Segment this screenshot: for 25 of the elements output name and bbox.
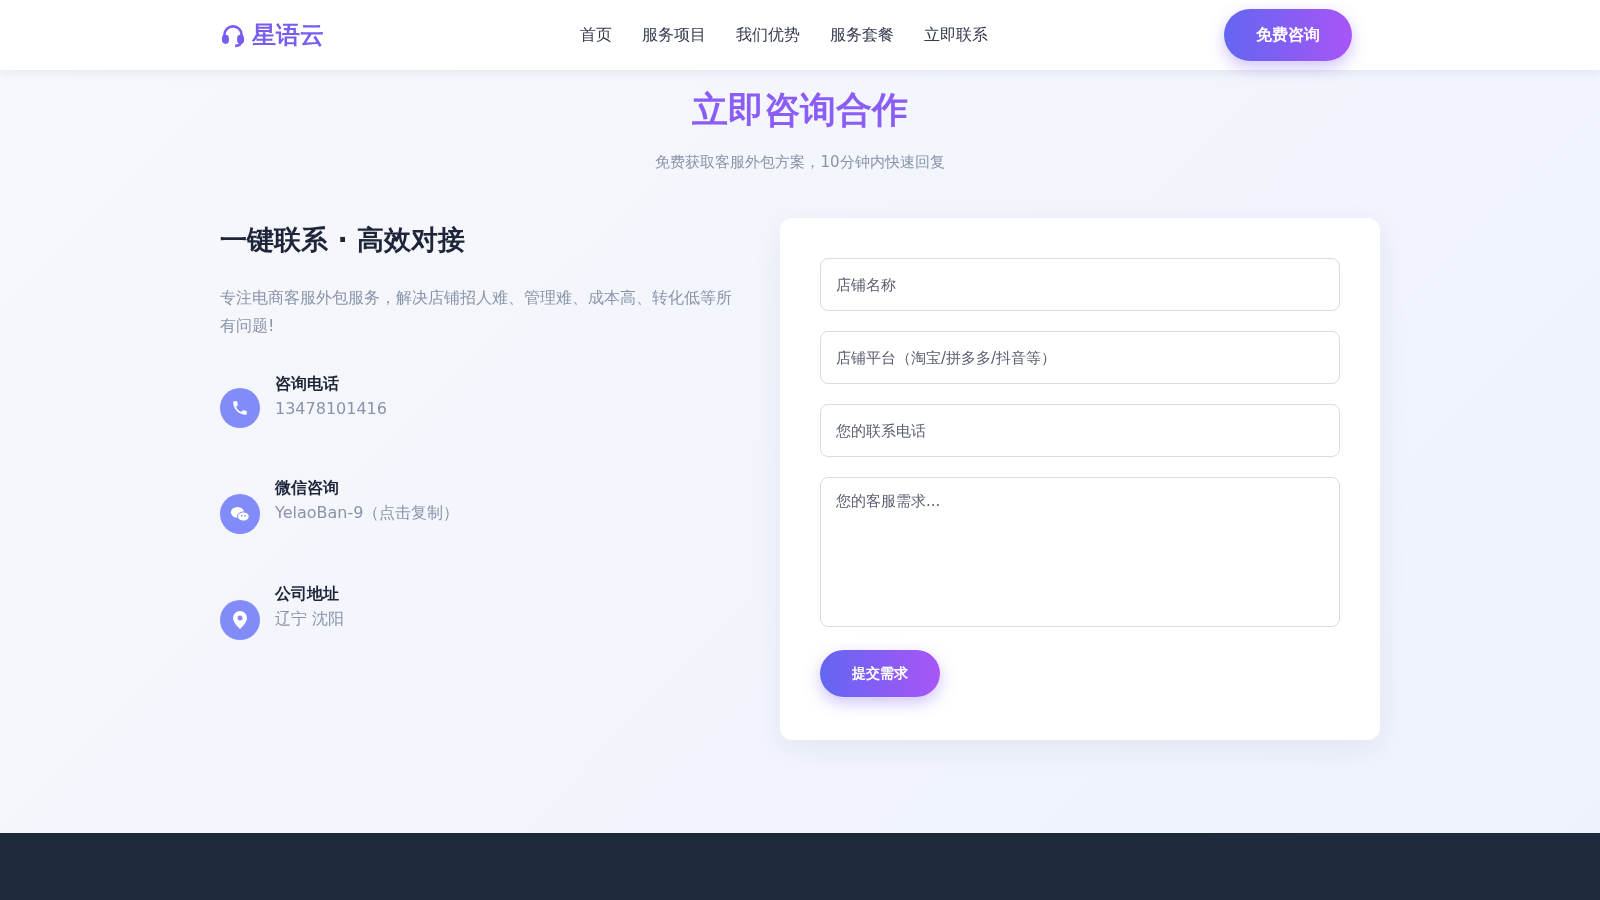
contact-label: 咨询电话: [275, 374, 340, 395]
nav-link[interactable]: 服务套餐: [830, 24, 894, 46]
consult-button[interactable]: 免费咨询: [1224, 9, 1352, 61]
intro-heading: 一键联系 · 高效对接: [220, 223, 467, 257]
input-field[interactable]: 您的联系电话: [820, 404, 1340, 457]
contact-value: 辽宁 沈阳: [275, 609, 345, 630]
contact-label: 微信咨询: [275, 478, 340, 499]
intro-text: 专注电商客服外包服务，解决店铺招人难、管理难、成本高、转化低等所有问题!: [220, 287, 733, 337]
map-pin-icon: [233, 611, 247, 629]
nav-link[interactable]: 立即联系: [924, 24, 988, 46]
section-title: 立即咨询合作: [692, 88, 908, 132]
headset-icon: [220, 22, 246, 48]
nav-link[interactable]: 首页: [580, 24, 612, 46]
submit-button[interactable]: 提交需求: [820, 650, 940, 697]
contact-label: 公司地址: [275, 584, 340, 605]
logo-text[interactable]: 星语云: [252, 19, 324, 51]
needs-textarea[interactable]: 您的客服需求...: [820, 477, 1340, 627]
nav-link[interactable]: 服务项目: [642, 24, 706, 46]
input-field[interactable]: 店铺平台（淘宝/拼多多/抖音等）: [820, 331, 1340, 384]
nav-link[interactable]: 我们优势: [736, 24, 800, 46]
section-subtitle: 免费获取客服外包方案，10分钟内快速回复: [655, 153, 945, 172]
contact-value: 13478101416: [275, 399, 387, 418]
chat-bubbles-icon: [230, 505, 250, 523]
phone-icon: [231, 399, 249, 417]
input-field[interactable]: 店铺名称: [820, 258, 1340, 311]
